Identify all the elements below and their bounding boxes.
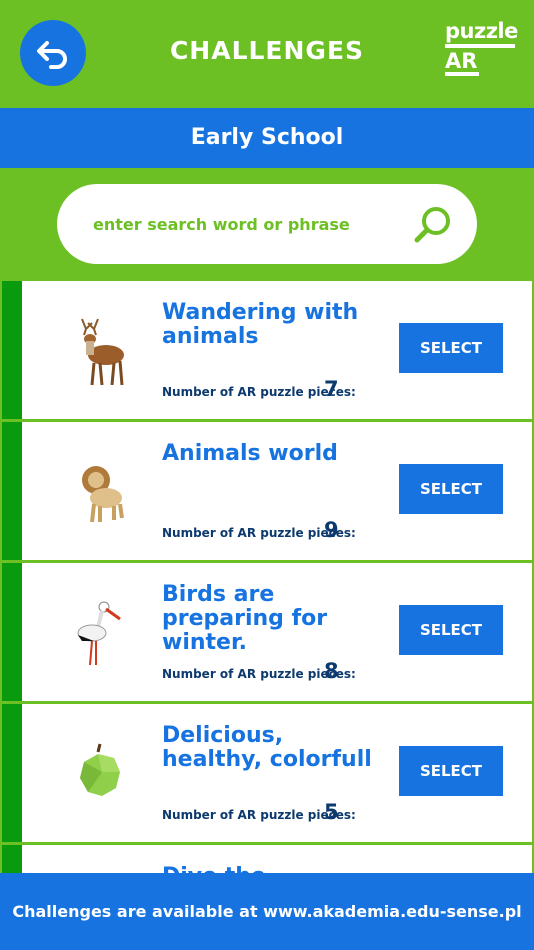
puzzle-ar-logo: puzzle AR (443, 18, 518, 78)
challenge-title: Delicious, healthy, colorfull (162, 723, 372, 772)
challenge-title: Birds are preparing for winter. (162, 582, 328, 655)
select-button[interactable]: SELECT (399, 746, 503, 796)
logo-text-puzzle: puzzle (445, 19, 518, 43)
select-button[interactable]: SELECT (399, 323, 503, 373)
pieces-count: 7 (324, 377, 339, 401)
challenge-card: Animals world Number of AR puzzle pieces… (2, 422, 532, 560)
challenge-card: Wandering with animals Number of AR puzz… (2, 281, 532, 419)
select-button[interactable]: SELECT (399, 605, 503, 655)
deer-icon (81, 318, 124, 386)
challenge-title: Wandering with animals (162, 300, 359, 349)
category-label: Early School (0, 108, 534, 168)
availability-footer: Challenges are available at www.akademia… (0, 873, 534, 950)
apple-icon (80, 743, 120, 796)
challenge-list[interactable]: Wandering with animals Number of AR puzz… (2, 281, 532, 873)
pieces-count: 8 (324, 659, 339, 683)
select-button[interactable]: SELECT (399, 464, 503, 514)
logo-bar-short (445, 72, 479, 76)
challenge-card: Dive the (2, 845, 532, 873)
challenge-card: Birds are preparing for winter. Number o… (2, 563, 532, 701)
stork-icon (77, 601, 121, 666)
search-input[interactable] (93, 209, 393, 239)
top-bar: CHALLENGES puzzle AR (0, 0, 534, 108)
challenge-title: Dive the (162, 865, 372, 874)
challenge-title: Animals world (162, 441, 338, 466)
challenge-card: Delicious, healthy, colorfull Number of … (2, 704, 532, 842)
pieces-count: 9 (324, 518, 339, 542)
search-icon[interactable] (412, 205, 454, 245)
logo-text-ar: AR (445, 49, 478, 73)
lion-icon (82, 466, 124, 523)
pieces-count: 5 (324, 800, 339, 824)
